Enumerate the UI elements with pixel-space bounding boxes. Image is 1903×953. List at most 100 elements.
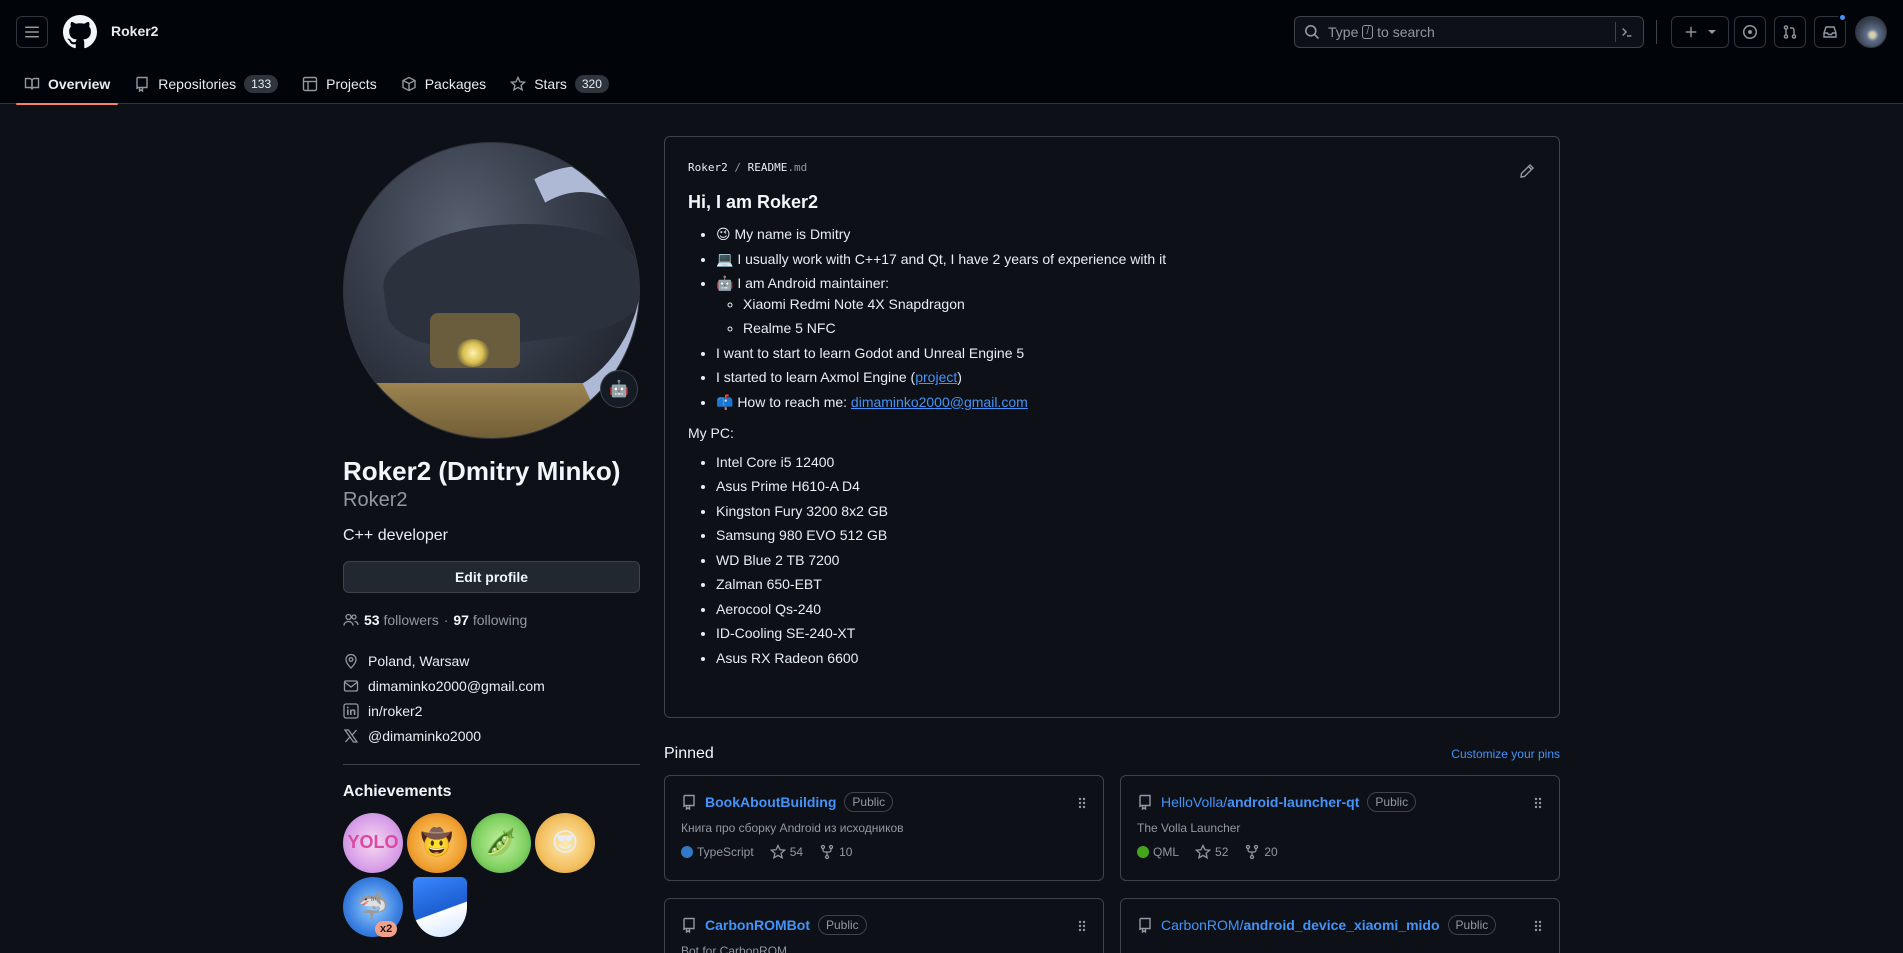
pull-shark-achievement-badge[interactable]: 🦈 x2 bbox=[343, 876, 403, 937]
grabber-icon bbox=[1078, 920, 1086, 932]
pinned-repo-card: BookAboutBuilding Public Книга про сборк… bbox=[664, 775, 1104, 881]
command-palette-button[interactable] bbox=[1615, 22, 1637, 42]
profile-readme: Roker2 / README.md Hi, I am Roker2 😉 My … bbox=[664, 136, 1560, 718]
repositories-counter: 133 bbox=[244, 75, 279, 93]
email-link[interactable]: dimaminko2000@gmail.com bbox=[368, 678, 545, 694]
list-item: Kingston Fury 3200 8x2 GB bbox=[716, 501, 1536, 521]
issues-button[interactable] bbox=[1734, 16, 1766, 48]
edit-profile-button[interactable]: Edit profile bbox=[343, 560, 640, 593]
readme-heading: Hi, I am Roker2 bbox=[688, 192, 819, 212]
repo-forks[interactable]: 10 bbox=[819, 844, 852, 860]
search-placeholder: Type / to search bbox=[1328, 24, 1435, 40]
arctic-code-vault-achievement-badge[interactable] bbox=[413, 876, 467, 937]
inbox-icon bbox=[1823, 26, 1837, 38]
drag-handle[interactable] bbox=[1077, 796, 1087, 813]
visibility-badge: Public bbox=[818, 915, 867, 935]
linkedin-row: in/roker2 bbox=[343, 699, 640, 724]
tab-projects[interactable]: Projects bbox=[294, 64, 385, 104]
user-avatar-button[interactable] bbox=[1855, 16, 1887, 48]
twitter-link[interactable]: @dimaminko2000 bbox=[368, 728, 481, 744]
profile-details: Poland, Warsaw dimaminko2000@gmail.com i… bbox=[343, 649, 640, 749]
fork-icon bbox=[1246, 844, 1259, 860]
follow-stats: 53 followers · 97 following bbox=[343, 612, 640, 628]
list-item: Xiaomi Redmi Note 4X Snapdragon bbox=[743, 294, 1536, 314]
profile-full-name: Roker2 (Dmitry Minko) bbox=[343, 456, 621, 486]
tab-repositories[interactable]: Repositories 133 bbox=[126, 64, 286, 104]
repo-icon bbox=[136, 76, 148, 92]
edit-readme-button[interactable] bbox=[1519, 163, 1535, 182]
axmol-project-link[interactable]: project bbox=[915, 369, 957, 385]
repo-stars[interactable]: 54 bbox=[769, 844, 803, 860]
pinned-repo-card: CarbonROMBot Public Bot for CarbonROM bbox=[664, 898, 1104, 953]
repo-link[interactable]: CarbonROMBot bbox=[705, 917, 810, 933]
header-divider bbox=[1656, 20, 1657, 44]
create-new-button[interactable] bbox=[1671, 16, 1729, 48]
list-item: 😉 My name is Dmitry bbox=[716, 224, 1536, 244]
language-color-dot bbox=[681, 846, 693, 858]
profile-sidebar: Roker2 (Dmitry Minko) Roker2 C++ develop… bbox=[343, 142, 640, 937]
readme-filename[interactable]: README.md bbox=[748, 161, 808, 174]
list-item: 📫 How to reach me: dimaminko2000@gmail.c… bbox=[716, 392, 1536, 412]
drag-handle[interactable] bbox=[1077, 919, 1087, 936]
star-icon bbox=[510, 76, 527, 92]
achievement-badges: YOLO 🤠 🫛 😎 🦈 x2 bbox=[343, 812, 613, 937]
visibility-badge: Public bbox=[844, 792, 894, 812]
pull-requests-button[interactable] bbox=[1774, 16, 1806, 48]
repo-link[interactable]: BookAboutBuilding bbox=[705, 794, 836, 810]
readme-owner[interactable]: Roker2 bbox=[688, 161, 728, 174]
repo-description: Bot for CarbonROM bbox=[681, 944, 788, 953]
hamburger-menu-button[interactable] bbox=[16, 16, 48, 48]
search-input[interactable]: Type / to search bbox=[1294, 16, 1644, 48]
email-link[interactable]: dimaminko2000@gmail.com bbox=[851, 394, 1028, 410]
profile-bio: C++ developer bbox=[343, 526, 448, 544]
profile-login: Roker2 bbox=[343, 488, 408, 511]
list-item: ID-Cooling SE-240-XT bbox=[716, 623, 1536, 643]
package-icon bbox=[402, 76, 416, 92]
drag-handle[interactable] bbox=[1533, 796, 1543, 813]
quickdraw-achievement-badge[interactable]: 😎 bbox=[535, 812, 595, 873]
x-twitter-icon bbox=[343, 729, 359, 743]
grabber-icon bbox=[1534, 920, 1542, 932]
repo-link[interactable]: CarbonROM/android_device_xiaomi_mido bbox=[1161, 917, 1440, 933]
github-logo-icon[interactable] bbox=[63, 15, 97, 49]
list-item: Intel Core i5 12400 bbox=[716, 452, 1536, 472]
list-item: Realme 5 NFC bbox=[743, 318, 1536, 338]
pc-label: My PC: bbox=[688, 424, 734, 441]
followers-link[interactable]: 53 followers bbox=[364, 612, 439, 628]
repo-stars[interactable]: 52 bbox=[1195, 844, 1228, 860]
repo-link[interactable]: HelloVolla/android-launcher-qt bbox=[1161, 794, 1359, 810]
repo-icon bbox=[1139, 917, 1151, 933]
follow-separator: · bbox=[443, 611, 449, 628]
pair-extraordinaire-achievement-badge[interactable]: 🫛 bbox=[471, 812, 531, 873]
header-username[interactable]: Roker2 bbox=[111, 23, 158, 39]
repo-forks[interactable]: 20 bbox=[1244, 844, 1278, 860]
tab-overview[interactable]: Overview bbox=[16, 64, 119, 105]
list-item: Asus Prime H610-A D4 bbox=[716, 476, 1536, 496]
tab-stars[interactable]: Stars 320 bbox=[502, 64, 617, 104]
repo-language: TypeScript bbox=[681, 845, 754, 859]
yolo-achievement-badge[interactable]: YOLO bbox=[343, 812, 403, 873]
global-header: Roker2 Type / to search Overview Reposit… bbox=[0, 0, 1903, 105]
profile-avatar[interactable] bbox=[343, 142, 640, 439]
pencil-icon bbox=[1520, 164, 1534, 178]
customize-pins-link[interactable]: Customize your pins bbox=[1451, 747, 1560, 761]
pinned-repo-card: HelloVolla/android-launcher-qt Public Th… bbox=[1120, 775, 1560, 881]
email-row: dimaminko2000@gmail.com bbox=[343, 674, 640, 699]
list-item: WD Blue 2 TB 7200 bbox=[716, 550, 1536, 570]
status-emoji-button[interactable]: 🤖 bbox=[600, 370, 638, 408]
tab-packages[interactable]: Packages bbox=[393, 64, 494, 104]
linkedin-icon bbox=[343, 703, 359, 719]
pc-specs-list: Intel Core i5 12400 Asus Prime H610-A D4… bbox=[688, 452, 1536, 668]
following-link[interactable]: 97 following bbox=[453, 612, 527, 628]
search-icon bbox=[1305, 25, 1320, 40]
list-item: I want to start to learn Godot and Unrea… bbox=[716, 343, 1536, 363]
drag-handle[interactable] bbox=[1533, 919, 1543, 936]
star-icon bbox=[769, 844, 786, 860]
star-icon bbox=[1195, 844, 1212, 860]
git-pull-request-icon bbox=[1783, 25, 1797, 39]
visibility-badge: Public bbox=[1447, 915, 1497, 935]
linkedin-link[interactable]: in/roker2 bbox=[368, 703, 422, 719]
achievements-title: Achievements bbox=[343, 782, 452, 800]
cowboy-achievement-badge[interactable]: 🤠 bbox=[407, 812, 467, 873]
pinned-header: Pinned Customize your pins bbox=[664, 745, 1560, 763]
